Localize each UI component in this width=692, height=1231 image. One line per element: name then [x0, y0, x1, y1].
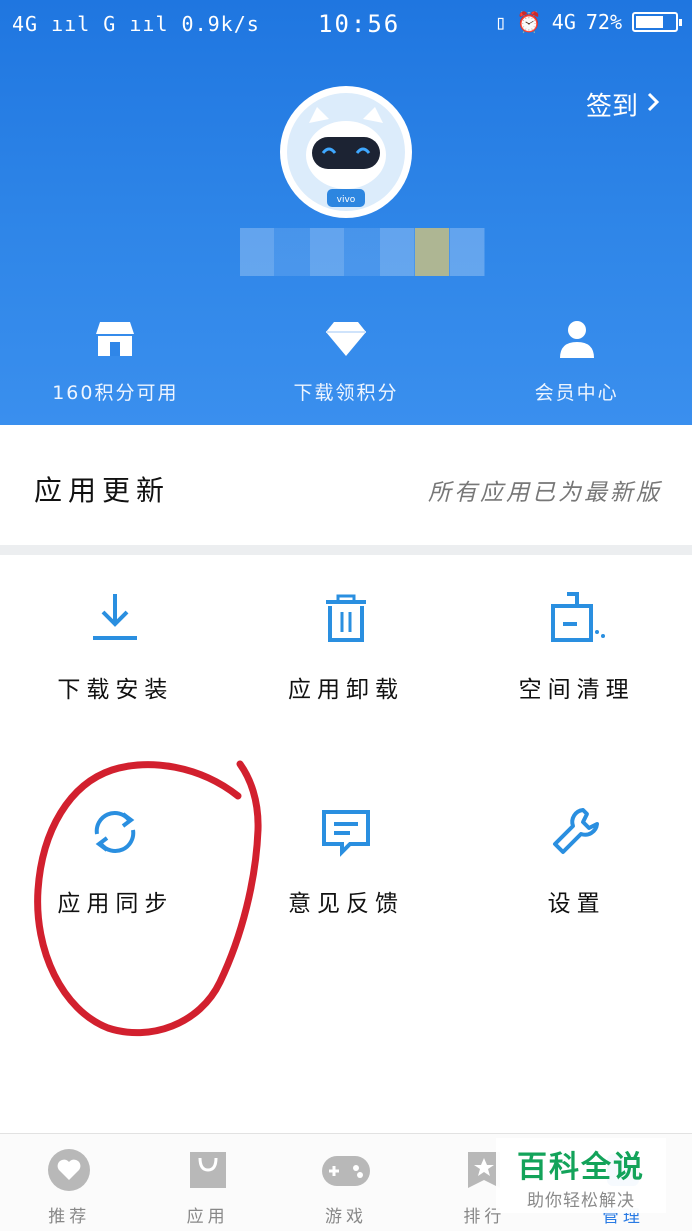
wrench-icon	[549, 804, 605, 860]
tab-games[interactable]: 游戏	[277, 1134, 415, 1231]
sync-icon	[87, 804, 143, 860]
stat-download-points[interactable]: 下载领积分	[231, 318, 462, 405]
download-install-button[interactable]: 下载安装	[0, 590, 231, 704]
signin-label: 签到	[585, 92, 638, 122]
uninstall-button[interactable]: 应用卸载	[231, 590, 462, 704]
battery-percent: 72%	[585, 10, 622, 34]
signin-button[interactable]: 签到	[586, 86, 660, 123]
tools-grid: 下载安装 应用卸载 空间清理 应用同步 意见反馈 设置	[0, 590, 692, 918]
app-sync-button[interactable]: 应用同步	[0, 804, 231, 918]
space-cleanup-button[interactable]: 空间清理	[461, 590, 692, 704]
feedback-button[interactable]: 意见反馈	[231, 804, 462, 918]
profile-header: 4G ııl G ııl 0.9k/s 10:56 ▯ ⏰ 4G 72% 签到	[0, 0, 692, 425]
watermark-logo: 百科全说 助你轻松解决	[496, 1138, 666, 1213]
stat-member-center[interactable]: 会员中心	[461, 318, 692, 405]
status-time: 10:56	[318, 10, 401, 38]
status-signal: 4G ııl G ııl 0.9k/s	[12, 12, 260, 36]
gamepad-icon	[320, 1148, 372, 1196]
avatar[interactable]: vivo	[280, 86, 412, 218]
trash-icon	[318, 590, 374, 646]
status-bar: 4G ııl G ııl 0.9k/s 10:56 ▯ ⏰ 4G 72%	[0, 0, 692, 48]
watermark-subtitle: 助你轻松解决	[527, 1191, 635, 1211]
header-stats: 160积分可用 下载领积分 会员中心	[0, 318, 692, 405]
alarm-icon: ⏰	[516, 10, 542, 34]
diamond-icon	[324, 318, 368, 364]
tab-apps[interactable]: 应用	[138, 1134, 276, 1231]
svg-text:vivo: vivo	[337, 195, 356, 205]
stat-label: 会员中心	[534, 382, 619, 404]
tab-label: 应用	[186, 1207, 229, 1227]
download-icon	[87, 590, 143, 646]
app-update-row[interactable]: 应用更新 所有应用已为最新版	[0, 425, 692, 545]
grid-label: 设置	[547, 891, 606, 917]
battery-icon	[632, 12, 682, 32]
grid-label: 下载安装	[57, 677, 174, 703]
broom-icon	[547, 590, 607, 646]
username-redacted	[240, 228, 485, 276]
tab-recommend[interactable]: 推荐	[0, 1134, 138, 1231]
section-divider	[0, 545, 692, 555]
chevron-right-icon	[646, 90, 660, 120]
vibrate-icon: ▯	[494, 10, 507, 34]
stat-points[interactable]: 160积分可用	[0, 318, 231, 405]
robot-mascot-icon: vivo	[287, 93, 405, 211]
watermark-title: 百科全说	[517, 1150, 645, 1185]
tab-label: 游戏	[325, 1207, 368, 1227]
network-label: 4G	[551, 10, 576, 34]
grid-label: 应用同步	[57, 891, 174, 917]
grid-label: 空间清理	[518, 677, 635, 703]
user-icon	[556, 318, 598, 364]
feedback-icon	[318, 804, 374, 860]
stat-label: 160积分可用	[52, 382, 179, 404]
tab-label: 推荐	[48, 1207, 91, 1227]
shop-icon	[94, 318, 136, 364]
status-right: ▯ ⏰ 4G 72%	[494, 10, 682, 34]
stat-label: 下载领积分	[293, 382, 399, 404]
grid-label: 意见反馈	[287, 891, 404, 917]
heart-icon	[47, 1148, 91, 1196]
bag-icon	[186, 1148, 230, 1196]
grid-label: 应用卸载	[287, 677, 404, 703]
settings-button[interactable]: 设置	[461, 804, 692, 918]
app-update-title: 应用更新	[34, 474, 171, 507]
app-update-status: 所有应用已为最新版	[428, 480, 662, 506]
